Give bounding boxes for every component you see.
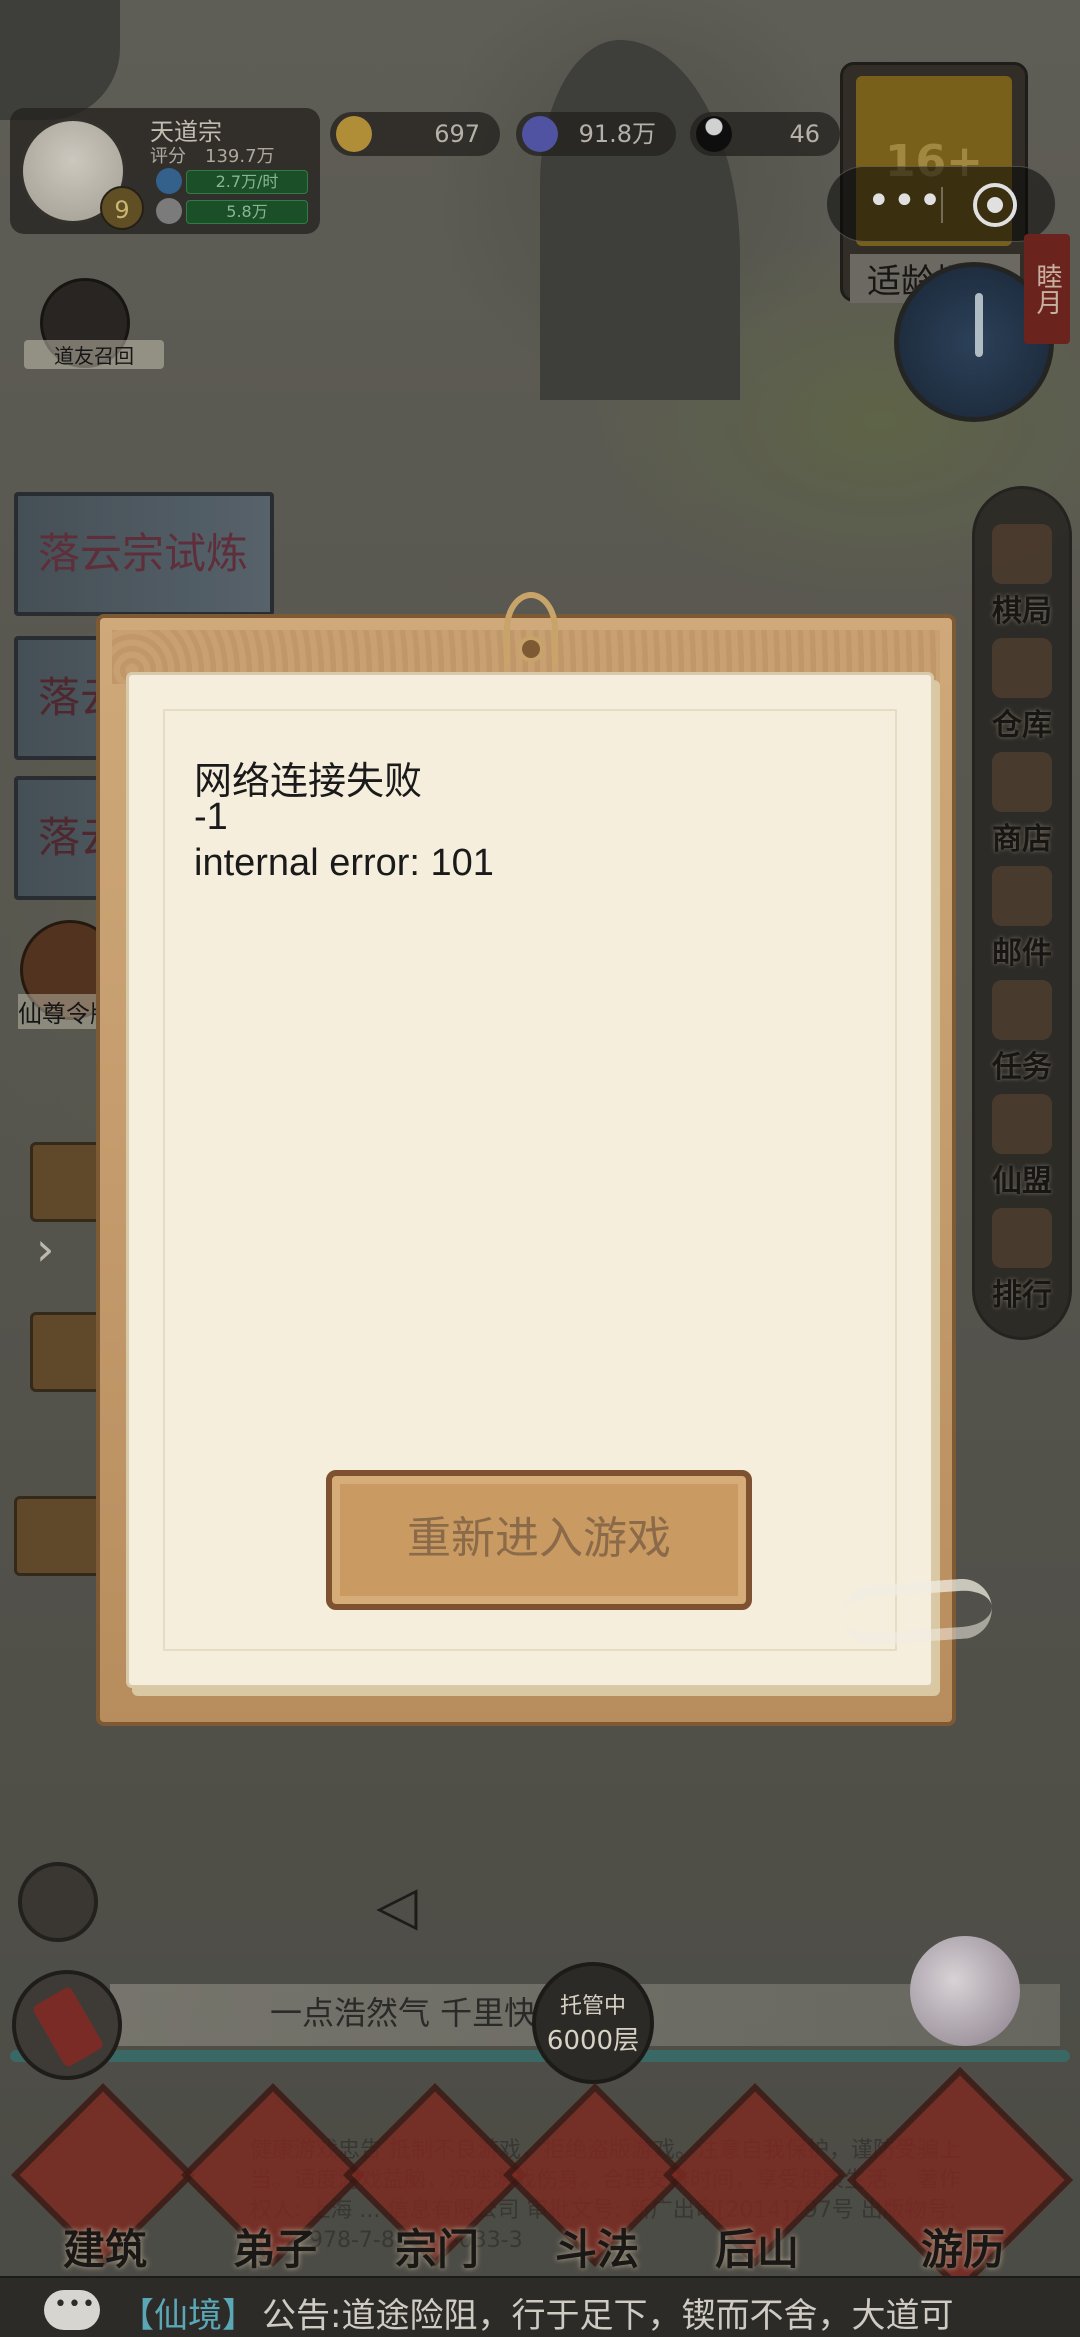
error-title: 网络连接失败 [194,761,423,803]
error-code: -1 [194,796,228,838]
nav-label: 斗法 [554,2225,639,2274]
nav-label: 游历 [920,2225,1005,2274]
nav-travel[interactable]: 游历 [846,2066,1074,2294]
nav-label: 建筑 [62,2225,147,2274]
hanging-nail-icon [518,636,544,662]
nav-label: 宗门 [394,2225,479,2274]
pet-companion-icon[interactable] [910,1936,1020,2046]
chat-icon[interactable] [44,2290,100,2330]
nav-label: 弟子 [232,2225,317,2274]
auto-battle-bubble[interactable]: 托管中 6000层 [532,1962,654,2084]
nav-building[interactable]: 建筑 [11,2083,195,2274]
notice-channel-tag: 【仙境】 [120,2296,256,2336]
collapse-arrow-icon[interactable]: ◁ [376,1874,418,1937]
auto-battle-floor: 6000层 [546,2026,640,2056]
nav-sect[interactable]: 宗门 [343,2083,527,2274]
brush-stroke-decoration [840,1576,994,1648]
nav-label: 后山 [714,2225,799,2274]
scroll-icon[interactable] [12,1970,122,2080]
notice-text: 公告:道途险阻，行于足下，锲而不舍，大道可 [262,2296,954,2336]
auto-battle-status: 托管中 [559,1994,626,2019]
nav-duel[interactable]: 斗法 [503,2083,687,2274]
nav-disciples[interactable]: 弟子 [181,2083,365,2274]
hammer-icon[interactable] [18,1862,98,1942]
error-detail: internal error: 101 [194,842,494,884]
reenter-game-button[interactable]: 重新进入游戏 [326,1470,752,1610]
nav-backmountain[interactable]: 后山 [663,2083,847,2274]
